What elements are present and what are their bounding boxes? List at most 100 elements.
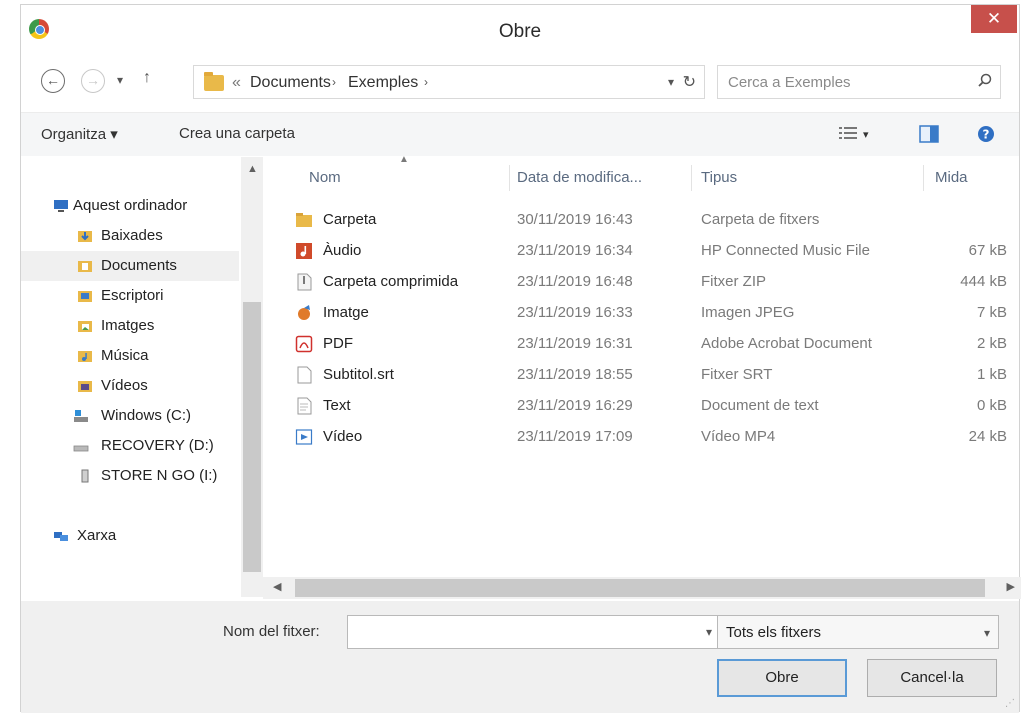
back-button[interactable]: ← (41, 69, 65, 93)
breadcrumb-exemples[interactable]: Exemples (348, 74, 418, 92)
file-size: 1 kB (976, 366, 1007, 383)
file-size: 67 kB (968, 242, 1007, 259)
organize-button[interactable]: Organitza ▾ (41, 125, 118, 143)
breadcrumb-separator-icon[interactable]: › (424, 75, 428, 89)
file-row[interactable]: Carpeta comprimida 23/11/2019 16:48 Fitx… (263, 267, 1021, 298)
forward-button[interactable]: → (81, 69, 105, 93)
nav-label: Aquest ordinador (73, 197, 188, 214)
column-header-type[interactable]: Tipus (701, 169, 737, 186)
address-bar[interactable]: « Documents › Exemples › ▾ ↻ (193, 65, 705, 99)
file-row[interactable]: Subtitol.srt 23/11/2019 18:55 Fitxer SRT… (263, 360, 1021, 391)
file-date: 23/11/2019 17:09 (517, 428, 633, 445)
file-name: Àudio (323, 242, 362, 259)
nav-item-videos[interactable]: Vídeos (21, 371, 239, 401)
nav-item-this-pc[interactable]: Aquest ordinador (21, 191, 239, 221)
nav-item-downloads[interactable]: Baixades (21, 221, 239, 251)
nav-label: Baixades (101, 227, 163, 244)
refresh-icon[interactable]: ↻ (683, 72, 696, 92)
nav-label: Documents (101, 257, 177, 274)
close-button[interactable]: ✕ (971, 5, 1017, 33)
file-row[interactable]: Imatge 23/11/2019 16:33 Imagen JPEG 7 kB (263, 298, 1021, 329)
search-icon (978, 73, 992, 87)
pictures-folder-icon (78, 321, 92, 332)
nav-item-recovery-d[interactable]: RECOVERY (D:) (21, 431, 239, 461)
scroll-right-icon[interactable]: ▶ (1007, 580, 1015, 593)
nav-item-desktop[interactable]: Escriptori (21, 281, 239, 311)
zip-file-icon (297, 273, 312, 291)
file-name: Vídeo (323, 428, 363, 445)
recent-locations-icon[interactable]: ▾ (117, 73, 123, 87)
nav-item-music[interactable]: Música (21, 341, 239, 371)
file-date: 23/11/2019 16:31 (517, 335, 633, 352)
documents-folder-icon (78, 261, 92, 272)
navigation-pane: Aquest ordinador Baixades Documents Escr… (21, 157, 261, 597)
file-type: Fitxer ZIP (701, 273, 767, 290)
folder-icon (204, 72, 224, 91)
file-date: 23/11/2019 16:48 (517, 273, 633, 290)
computer-icon (54, 200, 68, 212)
column-header-size[interactable]: Mida (935, 169, 968, 186)
nav-item-windows-c[interactable]: Windows (C:) (21, 401, 239, 431)
dialog-footer: Nom del fitxer: ▾ Tots els fitxers ▾ Obr… (21, 601, 1019, 713)
view-dropdown-icon[interactable]: ▾ (863, 128, 869, 141)
help-icon[interactable]: ? (977, 125, 995, 143)
resize-grip-icon[interactable]: ⋰ (1005, 698, 1015, 709)
usb-drive-icon (81, 469, 89, 483)
up-button[interactable]: ↑ (143, 69, 151, 87)
file-name: Text (323, 397, 351, 414)
sort-ascending-icon: ▲ (399, 154, 409, 165)
file-list-scrollbar[interactable]: ◀ ▶ (263, 577, 1021, 599)
file-size: 2 kB (976, 335, 1007, 352)
preview-pane-icon[interactable] (919, 125, 939, 143)
file-type: Fitxer SRT (701, 366, 773, 383)
search-input[interactable]: Cerca a Exemples (717, 65, 1001, 99)
view-options-icon[interactable] (839, 125, 857, 141)
filename-dropdown-icon[interactable]: ▾ (706, 625, 712, 639)
breadcrumb-separator-icon[interactable]: › (332, 75, 336, 89)
file-size: 444 kB (960, 273, 1007, 290)
music-folder-icon (78, 351, 92, 362)
file-size: 24 kB (968, 428, 1007, 445)
file-row[interactable]: Text 23/11/2019 16:29 Document de text 0… (263, 391, 1021, 422)
scrollbar-thumb[interactable] (243, 302, 261, 572)
breadcrumb-documents[interactable]: Documents (250, 74, 331, 92)
open-button[interactable]: Obre (717, 659, 847, 697)
column-divider[interactable] (691, 165, 692, 191)
command-bar: Organitza ▾ Crea una carpeta ▾ ? (21, 112, 1019, 156)
column-header-name[interactable]: Nom (309, 169, 341, 186)
audio-file-icon (296, 243, 312, 259)
nav-label: RECOVERY (D:) (101, 437, 214, 454)
file-type: HP Connected Music File (701, 242, 870, 259)
new-folder-button[interactable]: Crea una carpeta (179, 125, 295, 142)
column-divider[interactable] (923, 165, 924, 191)
file-row[interactable]: Carpeta 30/11/2019 16:43 Carpeta de fitx… (263, 205, 1021, 236)
navigation-scrollbar[interactable]: ▲ ▾ (241, 157, 263, 615)
scrollbar-thumb[interactable] (295, 579, 985, 597)
downloads-folder-icon (78, 231, 92, 242)
nav-label: Xarxa (77, 527, 117, 544)
dialog-title: Obre (498, 21, 542, 42)
nav-item-documents[interactable]: Documents (21, 251, 239, 281)
column-divider[interactable] (509, 165, 510, 191)
nav-label: STORE N GO (I:) (101, 467, 218, 484)
file-row[interactable]: Àudio 23/11/2019 16:34 HP Connected Musi… (263, 236, 1021, 267)
column-header-date[interactable]: Data de modifica... (517, 169, 642, 186)
text-file-icon (297, 366, 312, 384)
filename-input[interactable]: ▾ (347, 615, 721, 649)
nav-item-pictures[interactable]: Imatges (21, 311, 239, 341)
search-placeholder: Cerca a Exemples (728, 74, 851, 91)
address-dropdown-icon[interactable]: ▾ (668, 75, 674, 89)
nav-label: Escriptori (101, 287, 164, 304)
cancel-button[interactable]: Cancel·la (867, 659, 997, 697)
scroll-up-icon[interactable]: ▲ (247, 163, 258, 175)
file-size: 7 kB (976, 304, 1007, 321)
file-row[interactable]: PDF 23/11/2019 16:31 Adobe Acrobat Docum… (263, 329, 1021, 360)
desktop-folder-icon (78, 291, 92, 302)
nav-item-network[interactable]: Xarxa (21, 521, 239, 551)
nav-item-store-n-go[interactable]: STORE N GO (I:) (21, 461, 239, 491)
file-row[interactable]: Vídeo 23/11/2019 17:09 Vídeo MP4 24 kB (263, 422, 1021, 453)
file-type-filter[interactable]: Tots els fitxers ▾ (717, 615, 999, 649)
file-date: 23/11/2019 18:55 (517, 366, 633, 383)
scroll-left-icon[interactable]: ◀ (273, 580, 281, 593)
breadcrumb-overflow[interactable]: « (232, 74, 241, 92)
